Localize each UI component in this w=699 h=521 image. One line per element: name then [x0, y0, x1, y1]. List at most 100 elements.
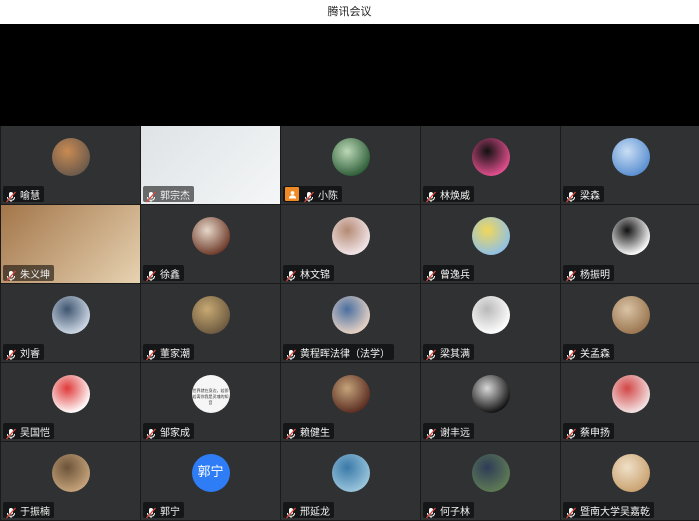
participant-name: 喻慧: [20, 190, 40, 202]
mic-muted-icon: [5, 504, 17, 519]
participant-name: 梁其满: [440, 348, 470, 360]
participant-nameplate: 郭宁: [143, 502, 184, 519]
participant-nameplate: 林文锦: [283, 265, 334, 282]
participant-tile[interactable]: 梁森: [561, 126, 699, 204]
participant-tile[interactable]: 邢延龙: [281, 442, 420, 520]
participant-avatar: [471, 138, 510, 176]
mic-muted-icon: [425, 504, 437, 519]
participant-avatar: [331, 217, 370, 255]
participant-tile[interactable]: 何子林: [421, 442, 560, 520]
window-title: 腾讯会议: [327, 5, 372, 18]
participant-avatar: [191, 217, 230, 255]
mic-muted-icon: [425, 425, 437, 440]
participant-avatar: [471, 375, 510, 413]
participant-nameplate: 吴国恺: [3, 423, 54, 440]
mic-muted-icon: [5, 346, 17, 361]
participant-tile[interactable]: 郭宁 郭宁: [141, 442, 280, 520]
participant-tile[interactable]: 董家潮: [141, 284, 280, 362]
participant-tile[interactable]: 朱义坤: [1, 205, 140, 283]
participant-nameplate: 朱义坤: [3, 265, 54, 282]
participant-name: 林文锦: [300, 269, 330, 281]
participant-nameplate: 梁其满: [423, 344, 474, 361]
participant-avatar: [611, 375, 650, 413]
mic-muted-icon: [565, 425, 577, 440]
participant-name: 何子林: [440, 506, 470, 518]
participant-avatar: [51, 296, 90, 334]
participant-nameplate: 于振楠: [3, 502, 54, 519]
participant-name: 赖健生: [300, 427, 330, 439]
mic-muted-icon: [5, 267, 17, 282]
participant-nameplate: 喻慧: [3, 186, 44, 203]
participant-tile[interactable]: 林文锦: [281, 205, 420, 283]
participant-avatar: 郭宁: [191, 454, 230, 492]
participant-avatar: [611, 296, 650, 334]
participant-nameplate: 曾逸兵: [423, 265, 474, 282]
mic-muted-icon: [565, 188, 577, 203]
participant-tile[interactable]: 郭宗杰: [141, 126, 280, 204]
participant-tile[interactable]: 关孟森: [561, 284, 699, 362]
participant-nameplate: 谢丰远: [423, 423, 474, 440]
participant-name: 邹家成: [160, 427, 190, 439]
participant-name: 邢延龙: [300, 506, 330, 518]
participant-avatar: [331, 375, 370, 413]
participant-tile[interactable]: 小陈: [281, 126, 420, 204]
title-bar: 腾讯会议: [0, 0, 699, 24]
participant-tile[interactable]: 梁其满: [421, 284, 560, 362]
participant-nameplate: 杨振明: [563, 265, 614, 282]
participant-nameplate: 黄程晖法律（法学）: [283, 344, 394, 361]
participant-tile[interactable]: 徐鑫: [141, 205, 280, 283]
participant-tile[interactable]: 喻慧: [1, 126, 140, 204]
participant-grid: 喻慧 郭宗杰 小陈 林焕威 梁森朱义坤 徐鑫 林文锦 曾逸兵 杨振明刘睿 董家潮 黄程晖法律（法学）…: [0, 126, 699, 521]
participant-nameplate: 暨南大学吴嘉乾: [563, 502, 654, 519]
mic-muted-icon: [145, 267, 157, 282]
participant-avatar: [611, 217, 650, 255]
participant-tile[interactable]: 黄程晖法律（法学）: [281, 284, 420, 362]
participant-name: 梁森: [580, 190, 600, 202]
participant-nameplate: 郭宗杰: [143, 186, 194, 203]
participant-avatar: [471, 296, 510, 334]
mic-muted-icon: [565, 504, 577, 519]
participant-tile[interactable]: 世界就在身边，若即若离你我是灵魂的知音邹家成: [141, 363, 280, 441]
participant-tile[interactable]: 蔡申扬: [561, 363, 699, 441]
mic-muted-icon: [5, 188, 17, 203]
mic-muted-icon: [425, 346, 437, 361]
participant-name: 徐鑫: [160, 269, 180, 281]
participant-tile[interactable]: 暨南大学吴嘉乾: [561, 442, 699, 520]
participant-name: 杨振明: [580, 269, 610, 281]
participant-nameplate: 关孟森: [563, 344, 614, 361]
participant-nameplate: 小陈: [283, 186, 342, 203]
participant-tile[interactable]: 于振楠: [1, 442, 140, 520]
participant-tile[interactable]: 谢丰远: [421, 363, 560, 441]
participant-nameplate: 梁森: [563, 186, 604, 203]
participant-avatar: [611, 454, 650, 492]
host-person-icon: [285, 187, 299, 201]
participant-name: 董家潮: [160, 348, 190, 360]
participant-tile[interactable]: 赖健生: [281, 363, 420, 441]
mic-muted-icon: [145, 188, 157, 203]
participant-name: 林焕威: [440, 190, 470, 202]
mic-muted-icon: [565, 346, 577, 361]
participant-tile[interactable]: 吴国恺: [1, 363, 140, 441]
participant-tile[interactable]: 刘睿: [1, 284, 140, 362]
participant-nameplate: 董家潮: [143, 344, 194, 361]
mic-muted-icon: [285, 267, 297, 282]
participant-name: 郭宁: [160, 506, 180, 518]
participant-tile[interactable]: 曾逸兵: [421, 205, 560, 283]
mic-muted-icon: [285, 346, 297, 361]
participant-avatar: [471, 454, 510, 492]
participant-nameplate: 蔡申扬: [563, 423, 614, 440]
participant-name: 关孟森: [580, 348, 610, 360]
participant-tile[interactable]: 杨振明: [561, 205, 699, 283]
participant-name: 吴国恺: [20, 427, 50, 439]
participant-name: 小陈: [318, 190, 338, 202]
participant-name: 刘睿: [20, 348, 40, 360]
participant-nameplate: 何子林: [423, 502, 474, 519]
participant-nameplate: 邹家成: [143, 423, 194, 440]
mic-muted-icon: [285, 425, 297, 440]
participant-nameplate: 赖健生: [283, 423, 334, 440]
participant-tile[interactable]: 林焕威: [421, 126, 560, 204]
participant-avatar: 世界就在身边，若即若离你我是灵魂的知音: [191, 375, 230, 413]
mic-muted-icon: [425, 188, 437, 203]
participant-name: 黄程晖法律（法学）: [300, 348, 390, 360]
mic-muted-icon: [5, 425, 17, 440]
